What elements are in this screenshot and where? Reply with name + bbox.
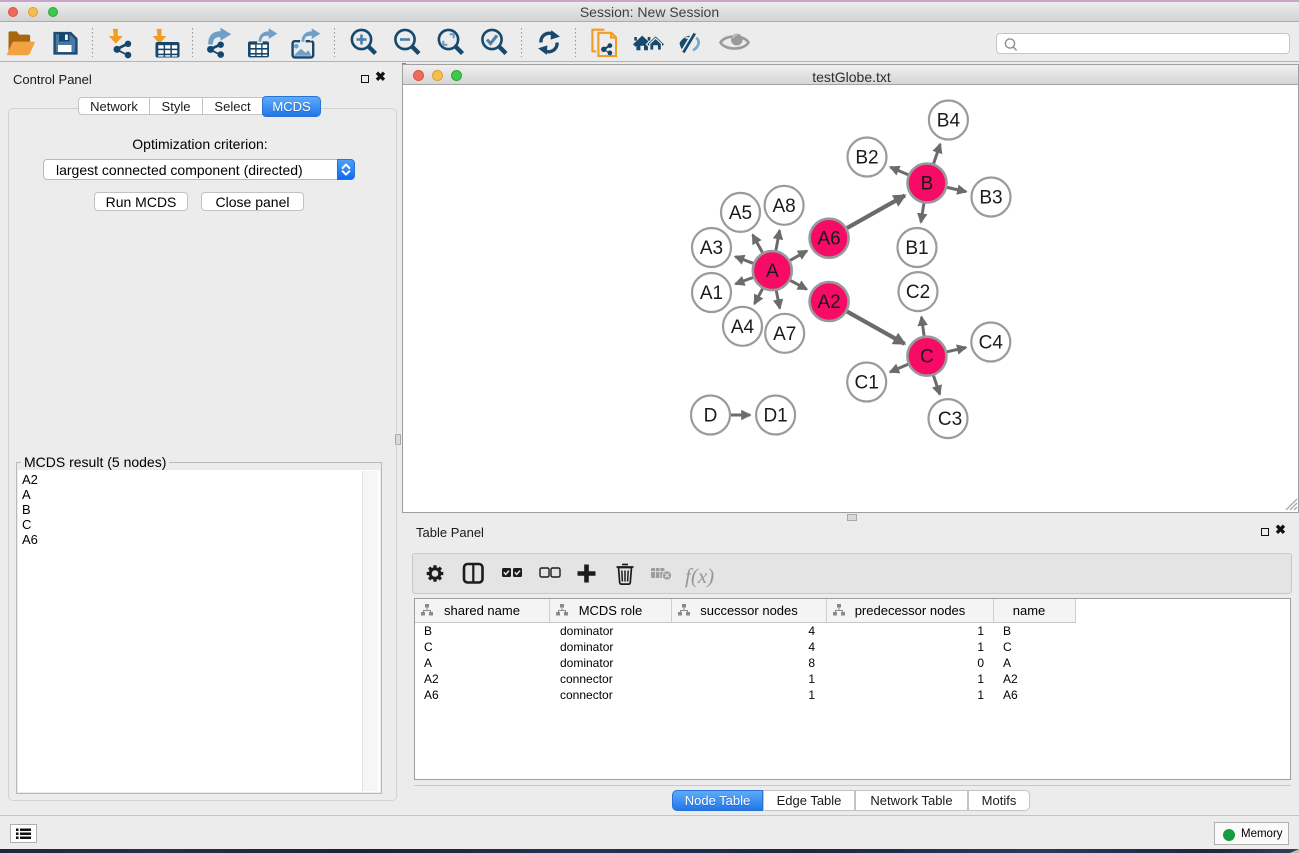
svg-text:C: C [920,347,934,368]
svg-text:C3: C3 [938,409,962,430]
svg-text:C4: C4 [979,333,1004,354]
svg-text:A5: A5 [729,203,752,224]
svg-text:B: B [921,174,934,195]
svg-text:C1: C1 [855,373,879,394]
svg-text:B3: B3 [979,188,1002,209]
svg-text:D: D [704,406,718,427]
svg-text:A6: A6 [817,229,840,250]
svg-text:A3: A3 [700,238,723,259]
svg-text:B2: B2 [855,148,878,169]
svg-text:A1: A1 [700,283,723,304]
svg-text:A7: A7 [773,324,796,345]
svg-text:A2: A2 [817,292,840,313]
svg-text:B4: B4 [937,111,961,132]
svg-text:A: A [766,261,779,282]
svg-text:f(x): f(x) [685,564,714,588]
svg-text:D1: D1 [763,406,787,427]
svg-text:B1: B1 [905,238,928,259]
svg-text:A4: A4 [731,317,755,338]
svg-text:C2: C2 [906,282,930,303]
svg-text:A8: A8 [772,196,795,217]
